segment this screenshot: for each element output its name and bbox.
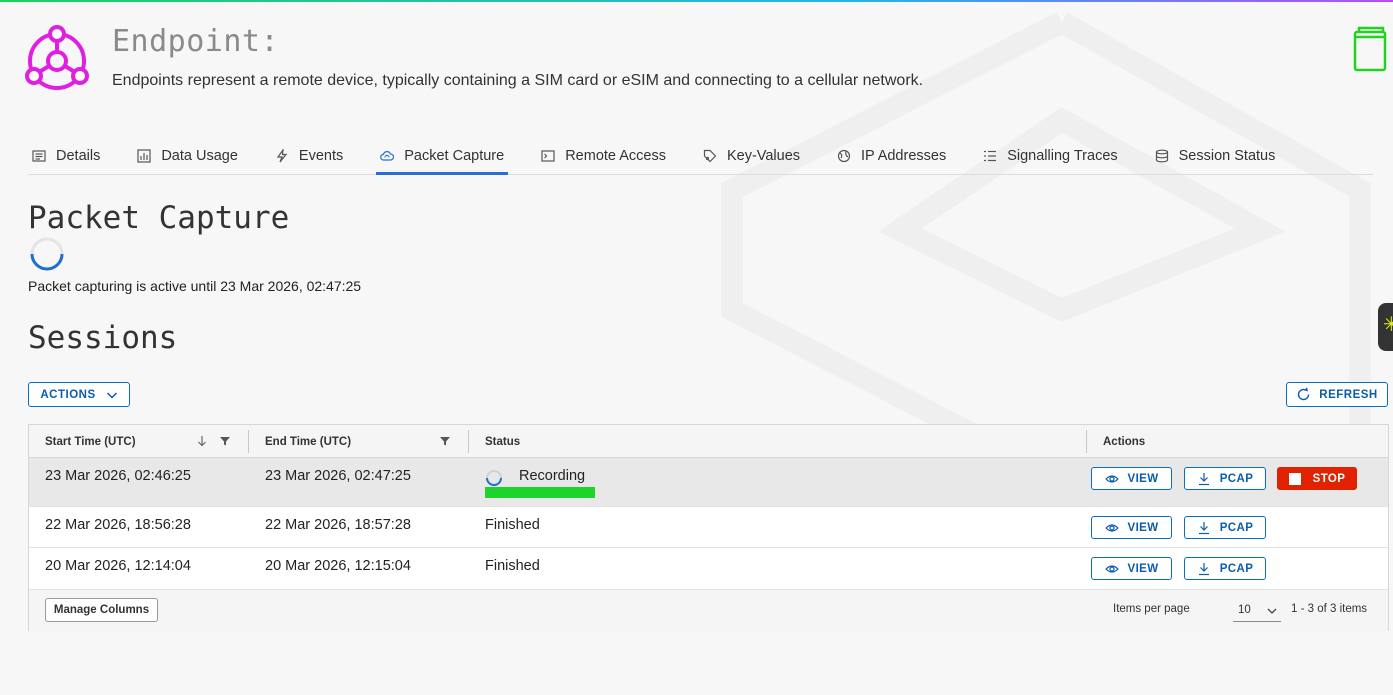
filter-icon[interactable] [439, 435, 451, 447]
pcap-download-button[interactable]: PCAP [1184, 557, 1266, 580]
column-separator[interactable] [248, 430, 249, 453]
details-icon [32, 150, 46, 162]
column-end-time[interactable]: End Time (UTC) [265, 425, 351, 458]
lightning-icon [276, 149, 288, 163]
start-time-cell: 20 Mar 2026, 12:14:04 [45, 558, 191, 574]
sort-descending-icon[interactable] [196, 435, 208, 447]
table-row[interactable]: 22 Mar 2026, 18:56:28 22 Mar 2026, 18:57… [29, 507, 1388, 548]
tab-key-values[interactable]: Key-Values [699, 140, 804, 172]
endpoint-tabs: Details Data Usage Events Packet Capture… [28, 140, 1373, 175]
filter-icon[interactable] [219, 435, 231, 447]
sessions-datagrid: Start Time (UTC) End Time (UTC) Status A… [28, 424, 1389, 631]
tab-ip-addresses[interactable]: IP Addresses [833, 140, 950, 172]
end-time-cell: 20 Mar 2026, 12:15:04 [265, 558, 411, 574]
actions-dropdown-button[interactable]: ACTIONS [28, 382, 130, 407]
manage-columns-button[interactable]: Manage Columns [45, 598, 158, 622]
tab-events[interactable]: Events [271, 140, 347, 172]
start-time-cell: 22 Mar 2026, 18:56:28 [45, 517, 191, 533]
datagrid-header: Start Time (UTC) End Time (UTC) Status A… [29, 425, 1388, 458]
sparkle-icon: ✳ [1383, 314, 1393, 336]
actions-label: ACTIONS [40, 388, 96, 401]
refresh-icon [1298, 387, 1310, 401]
column-start-time[interactable]: Start Time (UTC) [45, 425, 136, 458]
database-icon [1155, 149, 1168, 163]
globe-icon [837, 149, 851, 163]
tab-packet-capture[interactable]: Packet Capture [376, 140, 509, 175]
documentation-book-icon[interactable] [1353, 26, 1387, 72]
datagrid-footer: Manage Columns Items per page 10 1 - 3 o… [29, 590, 1388, 631]
download-icon [1198, 472, 1209, 485]
items-per-page-label: Items per page [1113, 603, 1190, 615]
tab-label: Details [56, 148, 101, 164]
tab-details[interactable]: Details [28, 140, 104, 172]
chart-icon [137, 149, 151, 163]
endpoint-logo-icon [25, 25, 89, 90]
download-icon [1198, 521, 1209, 534]
items-per-page-select[interactable]: 10 [1233, 598, 1281, 622]
status-cell: Recording [519, 468, 586, 484]
tab-label: Session Status [1178, 148, 1276, 164]
top-accent-line [0, 0, 1393, 2]
packet-capture-heading: Packet Capture [28, 200, 290, 236]
recording-progress-bar [485, 487, 1036, 498]
column-separator[interactable] [468, 430, 469, 453]
download-icon [1198, 562, 1209, 575]
tab-label: Packet Capture [404, 148, 505, 164]
stop-icon [1288, 472, 1301, 485]
eye-icon [1104, 474, 1119, 483]
loading-spinner-icon [30, 237, 64, 271]
view-button[interactable]: VIEW [1091, 516, 1172, 539]
progress-fill [485, 487, 596, 498]
status-cell: Finished [485, 517, 540, 533]
pcap-download-button[interactable]: PCAP [1184, 467, 1266, 490]
refresh-label: REFRESH [1319, 388, 1378, 401]
eye-icon [1104, 564, 1119, 573]
tag-icon [703, 149, 717, 163]
end-time-cell: 23 Mar 2026, 02:47:25 [265, 468, 411, 484]
tab-label: Events [298, 148, 344, 164]
terminal-icon [541, 150, 555, 162]
tab-session-status[interactable]: Session Status [1151, 140, 1280, 172]
eye-icon [1104, 523, 1119, 532]
pcap-download-button[interactable]: PCAP [1184, 516, 1266, 539]
tab-data-usage[interactable]: Data Usage [133, 140, 242, 172]
start-time-cell: 23 Mar 2026, 02:46:25 [45, 468, 191, 484]
tab-remote-access[interactable]: Remote Access [537, 140, 670, 172]
refresh-button[interactable]: REFRESH [1286, 382, 1388, 407]
status-cell: Finished [485, 558, 540, 574]
chevron-down-icon [1267, 608, 1277, 614]
chevron-down-icon [106, 391, 117, 399]
stop-button[interactable]: STOP [1277, 467, 1357, 490]
view-button[interactable]: VIEW [1091, 467, 1172, 490]
column-separator[interactable] [1086, 430, 1087, 453]
column-status[interactable]: Status [485, 425, 520, 458]
list-icon [984, 150, 997, 162]
tab-label: Key-Values [726, 148, 801, 164]
tab-label: Remote Access [565, 148, 666, 164]
tab-label: Data Usage [161, 148, 238, 164]
page-description: Endpoints represent a remote device, typ… [112, 72, 924, 89]
tab-label: IP Addresses [861, 148, 947, 164]
recording-spinner-icon [486, 470, 502, 486]
end-time-cell: 22 Mar 2026, 18:57:28 [265, 517, 411, 533]
pagination-range: 1 - 3 of 3 items [1291, 603, 1368, 615]
table-row[interactable]: 23 Mar 2026, 02:46:25 23 Mar 2026, 02:47… [29, 458, 1388, 507]
cloud-sync-icon [380, 151, 395, 161]
page-title: Endpoint: [112, 24, 280, 59]
column-actions: Actions [1103, 435, 1146, 448]
feedback-side-tab[interactable]: ✳ [1378, 303, 1393, 351]
view-button[interactable]: VIEW [1091, 557, 1172, 580]
tab-signalling-traces[interactable]: Signalling Traces [979, 140, 1121, 172]
tab-label: Signalling Traces [1007, 148, 1118, 164]
sessions-heading: Sessions [28, 320, 178, 356]
capture-active-text: Packet capturing is active until 23 Mar … [28, 278, 362, 294]
table-row[interactable]: 20 Mar 2026, 12:14:04 20 Mar 2026, 12:15… [29, 548, 1388, 590]
